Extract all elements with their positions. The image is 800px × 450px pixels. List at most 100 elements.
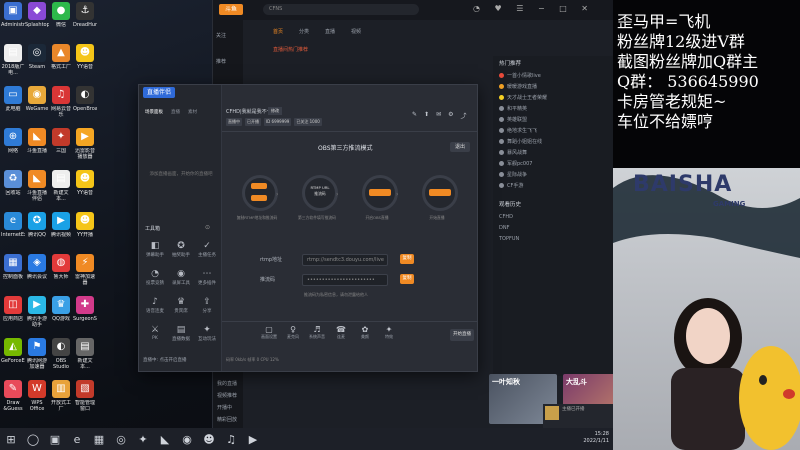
desktop-icon[interactable]: ♛ QQ游戏: [49, 296, 73, 328]
rtmp-copy-button[interactable]: 复制: [400, 254, 414, 264]
bottom-left-item[interactable]: 精彩回放: [217, 414, 237, 426]
taskbar-app-icon[interactable]: ✦: [132, 428, 154, 450]
desktop-icon[interactable]: ◍ 鲁大师: [49, 254, 73, 286]
bottom-tool[interactable]: ☎ 连麦: [330, 325, 352, 340]
taskbar-app-icon[interactable]: ◣: [154, 428, 176, 450]
toolbox-settings-icon[interactable]: ⊙: [205, 224, 210, 231]
desktop-icon[interactable]: ▤ 新建文本...: [49, 170, 73, 202]
toolbox-item[interactable]: ✓ 主播任务: [195, 241, 219, 258]
scene-tab[interactable]: 直播: [171, 109, 180, 115]
desktop-icon[interactable]: ◫ 应用商店: [1, 296, 25, 328]
desktop-icon[interactable]: ✎ Draw &Guess: [1, 380, 25, 412]
toolbox-item[interactable]: ◉ 录屏工具: [169, 269, 193, 286]
rtmp-field[interactable]: rtmp://sendtc3.douyu.com/live: [302, 254, 388, 266]
desktop-icon[interactable]: ◭ GeForceExperience: [1, 338, 25, 370]
desktop-icon[interactable]: ▦ 控制面板: [1, 254, 25, 286]
toolbox-item[interactable]: ✪ 抽奖助手: [169, 241, 193, 258]
desktop-icon[interactable]: ● 微信: [49, 2, 73, 34]
taskbar-app-icon[interactable]: ▦: [88, 428, 110, 450]
toolbox-item[interactable]: ✦ 互动玩法: [195, 325, 219, 342]
upload-icon[interactable]: ⬆: [424, 111, 429, 120]
start-live-button[interactable]: 开始直播: [450, 329, 474, 341]
main-nav-tab[interactable]: 首页: [273, 28, 283, 35]
taskbar-app-icon[interactable]: e: [66, 428, 88, 450]
history-item[interactable]: TOPFUN: [493, 233, 613, 244]
desktop-icon[interactable]: ◐ OpenBroadcast: [73, 86, 97, 118]
mail-icon[interactable]: ✉: [436, 111, 441, 120]
desktop-icon[interactable]: ◈ 腾讯会议: [25, 254, 49, 286]
system-tray-clock[interactable]: 15:28 2022/1/11: [583, 431, 609, 445]
hot-list-item[interactable]: 英雄联盟: [493, 114, 613, 125]
desktop-icon[interactable]: ✚ SurgeonSimulator2: [73, 296, 97, 328]
bottom-left-item[interactable]: 视频推荐: [217, 390, 237, 402]
toolbox-item[interactable]: ▤ 直播数据: [169, 325, 193, 342]
desktop-icon[interactable]: ♻ 回收站: [1, 170, 25, 202]
taskbar-app-icon[interactable]: ☻: [198, 428, 220, 450]
main-side-item[interactable]: 关注: [216, 32, 226, 39]
desktop-icon[interactable]: ▶ 腾讯手游助手: [25, 296, 49, 328]
taskbar-app-icon[interactable]: ⊞: [0, 428, 22, 450]
desktop-icon[interactable]: ▥ 开放式工厂: [49, 380, 73, 412]
hot-list-item[interactable]: 暴风战舞: [493, 147, 613, 158]
desktop-icon[interactable]: ▤ 2018版广电...: [1, 44, 25, 76]
hot-list-item[interactable]: 舞蹈小姐姐在线: [493, 136, 613, 147]
desktop-icon[interactable]: ▤ 新建文本...: [73, 338, 97, 370]
hot-list-item[interactable]: CF手游: [493, 180, 613, 191]
taskbar-app-icon[interactable]: ◯: [22, 428, 44, 450]
bottom-tool[interactable]: ▢ 画面设置: [258, 325, 280, 340]
hot-list-item[interactable]: 暖暖游戏直播: [493, 81, 613, 92]
obs-exit-button[interactable]: 退出: [450, 142, 470, 152]
toolbox-item[interactable]: ⋯ 更多插件: [195, 269, 219, 286]
desktop-icon[interactable]: ✪ 腾讯QQ: [25, 212, 49, 244]
hot-list-item[interactable]: 军舰pc007: [493, 158, 613, 169]
main-nav-tab[interactable]: 分类: [299, 28, 309, 35]
bottom-tool[interactable]: ✿ 美颜: [354, 325, 376, 340]
search-input[interactable]: CFNS: [263, 4, 419, 15]
window-controls[interactable]: ◔ ♥ ☰ − □ ✕: [473, 4, 594, 13]
history-item[interactable]: DNF: [493, 222, 613, 233]
stream-key-copy-button[interactable]: 复制: [400, 274, 414, 284]
notification-card[interactable]: 主播已开播: [543, 404, 615, 430]
desktop-icon[interactable]: ▶ 腾讯视频: [49, 212, 73, 244]
main-side-item[interactable]: 推荐: [216, 58, 226, 65]
sidebar-footer[interactable]: 直播中: 点击开启直播: [143, 357, 186, 363]
share-icon[interactable]: ⤴: [460, 111, 466, 120]
scene-tab[interactable]: 素材: [188, 109, 197, 115]
taskbar-app-icon[interactable]: ◉: [176, 428, 198, 450]
taskbar-app-icon[interactable]: ▶: [242, 428, 264, 450]
edit-icon[interactable]: ✎: [412, 111, 417, 120]
room-edit-button[interactable]: 修改: [268, 107, 282, 115]
bottom-tool[interactable]: ✦ 特效: [378, 325, 400, 340]
bottom-left-item[interactable]: 我的直播: [217, 378, 237, 390]
scene-tab[interactable]: 场景面板: [145, 109, 163, 115]
desktop-icon[interactable]: ◐ OBS Studio: [49, 338, 73, 370]
desktop-icon[interactable]: ☻ YY语音: [73, 44, 97, 76]
main-nav-tab[interactable]: 视频: [351, 28, 361, 35]
hot-list-item[interactable]: 绝地求生飞飞: [493, 125, 613, 136]
desktop-icon[interactable]: ☻ YY语音: [73, 170, 97, 202]
desktop-icon[interactable]: ⚑ 腾讯网游加速器: [25, 338, 49, 370]
hot-list-item[interactable]: 星际战争: [493, 169, 613, 180]
bottom-tool[interactable]: ♬ 系统声音: [306, 325, 328, 340]
desktop-icon[interactable]: ◣ 斗鱼直播: [25, 128, 49, 160]
desktop-icon[interactable]: ◎ Steam: [25, 44, 49, 76]
desktop-icon[interactable]: ◣ 斗鱼直播伴侣: [25, 170, 49, 202]
toolbox-item[interactable]: ◧ 弹幕助手: [143, 241, 167, 258]
hot-list-item[interactable]: 一首小情歌live: [493, 70, 613, 81]
desktop-icon[interactable]: ♫ 网易云音乐: [49, 86, 73, 118]
desktop-icon[interactable]: ⊕ 网络: [1, 128, 25, 160]
main-nav-tab[interactable]: 直播: [325, 28, 335, 35]
desktop-icon[interactable]: ⚡ 雷神加速器: [73, 254, 97, 286]
desktop-icon[interactable]: e InternetExplorer: [1, 212, 25, 244]
toolbox-item[interactable]: ◔ 投票竞猜: [143, 269, 167, 286]
settings-icon[interactable]: ⚙: [448, 111, 453, 120]
history-item[interactable]: CFHD: [493, 211, 613, 222]
desktop-icon[interactable]: ⚓ DreadHunger: [73, 2, 97, 34]
taskbar-app-icon[interactable]: ♫: [220, 428, 242, 450]
toolbox-item[interactable]: ⚔ PK: [143, 325, 167, 341]
desktop-icon[interactable]: ☻ YY开播: [73, 212, 97, 244]
desktop-icon[interactable]: ▣ Administr...: [1, 2, 25, 34]
stream-key-field[interactable]: •••••••••••••••••••••••: [302, 274, 388, 286]
desktop-icon[interactable]: ✦ 三国: [49, 128, 73, 160]
bottom-left-item[interactable]: 开播中: [217, 402, 237, 414]
